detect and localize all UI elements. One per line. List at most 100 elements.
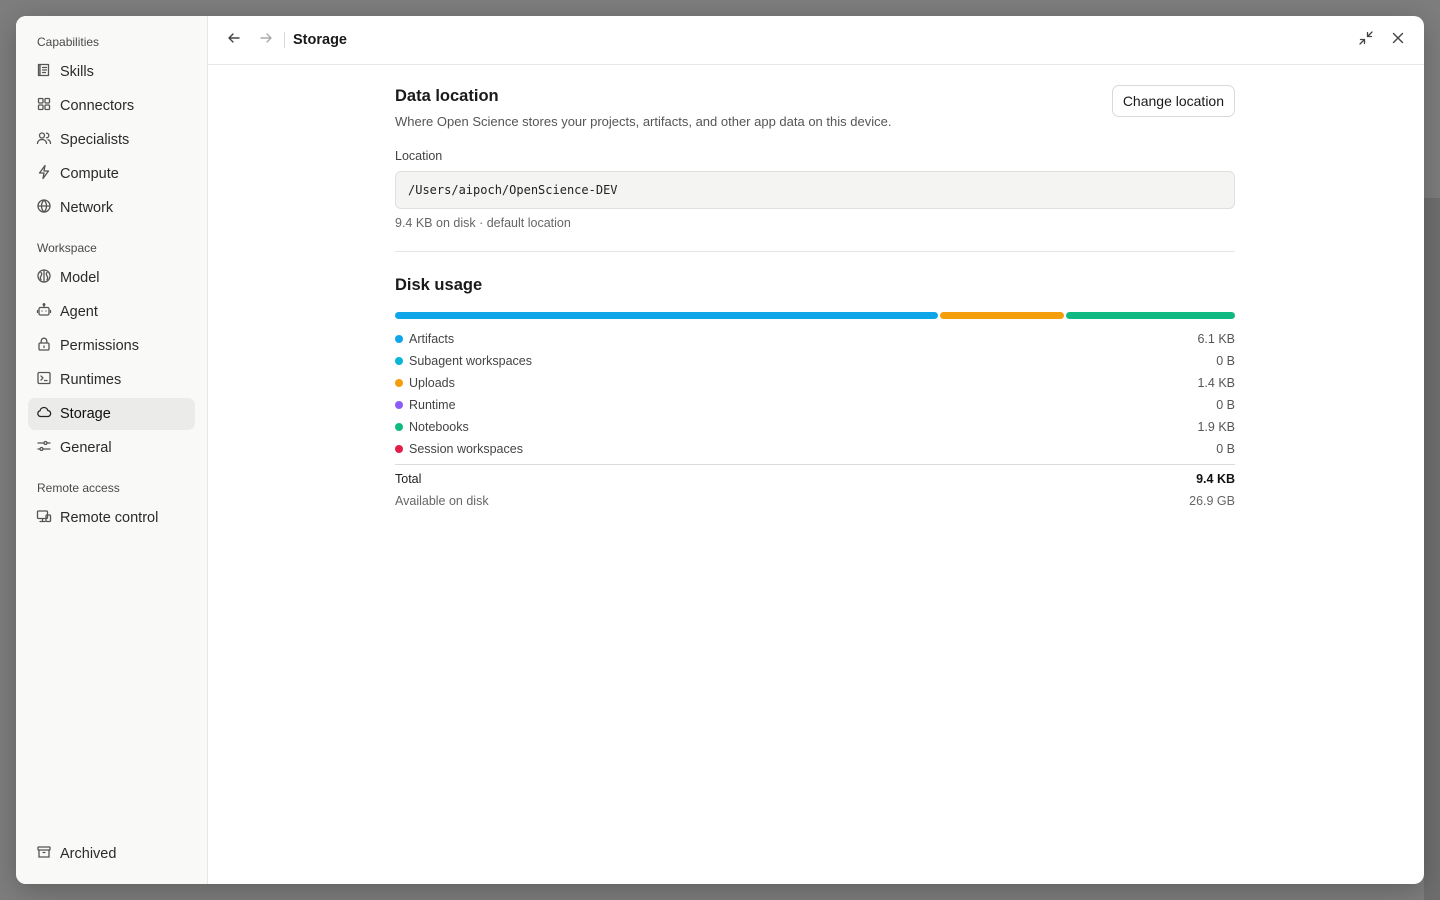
sidebar-item-model[interactable]: Model bbox=[28, 262, 195, 294]
available-label: Available on disk bbox=[395, 494, 489, 508]
usage-row-left: Subagent workspaces bbox=[395, 354, 532, 368]
usage-value: 1.9 KB bbox=[1197, 420, 1235, 434]
usage-label: Artifacts bbox=[409, 332, 455, 346]
back-button[interactable] bbox=[222, 28, 246, 52]
sidebar-item-skills[interactable]: Skills bbox=[28, 56, 195, 88]
close-icon bbox=[1390, 30, 1406, 51]
disk-usage-list: Artifacts 6.1 KB Subagent workspaces 0 B Upl… bbox=[395, 328, 1235, 460]
connectors-icon bbox=[36, 96, 52, 116]
page-title: Storage bbox=[293, 32, 347, 48]
sidebar: Capabilities Skills Connectors Specialists C… bbox=[16, 16, 208, 884]
usage-segment-notebooks bbox=[1066, 312, 1235, 319]
minimize-button[interactable] bbox=[1354, 28, 1378, 52]
sidebar-item-label: Skills bbox=[60, 64, 94, 80]
data-location-heading: Data location bbox=[395, 87, 499, 105]
main-panel: Storage Data location Where Open Science… bbox=[208, 16, 1424, 884]
total-value: 9.4 KB bbox=[1196, 472, 1235, 486]
sidebar-item-label: Connectors bbox=[60, 98, 135, 114]
usage-label: Session workspaces bbox=[409, 442, 523, 456]
usage-row-left: Notebooks bbox=[395, 420, 469, 434]
lock-icon bbox=[36, 336, 52, 356]
data-location-description: Where Open Science stores your projects,… bbox=[395, 114, 892, 129]
available-row: Available on disk 26.9 GB bbox=[395, 490, 1235, 512]
sidebar-item-archived[interactable]: Archived bbox=[28, 838, 195, 870]
data-location-section: Data location Where Open Science stores … bbox=[395, 85, 1235, 230]
location-path-field[interactable]: /Users/aipoch/OpenScience-DEV bbox=[395, 171, 1235, 209]
usage-value: 0 B bbox=[1216, 354, 1235, 368]
usage-row: Session workspaces 0 B bbox=[395, 438, 1235, 460]
legend-dot bbox=[395, 401, 403, 409]
sidebar-section-title: Capabilities bbox=[37, 35, 100, 49]
agent-icon bbox=[36, 302, 52, 322]
settings-window: Capabilities Skills Connectors Specialists C… bbox=[16, 16, 1424, 884]
model-icon bbox=[36, 268, 52, 288]
sliders-icon bbox=[36, 438, 52, 458]
section-divider bbox=[395, 251, 1235, 252]
terminal-icon bbox=[36, 370, 52, 390]
toolbar-divider bbox=[284, 32, 285, 48]
storage-content: Data location Where Open Science stores … bbox=[395, 85, 1235, 512]
usage-value: 6.1 KB bbox=[1197, 332, 1235, 346]
sidebar-item-runtimes[interactable]: Runtimes bbox=[28, 364, 195, 396]
usage-row: Runtime 0 B bbox=[395, 394, 1235, 416]
sidebar-item-label: Archived bbox=[60, 846, 117, 862]
usage-segment-uploads bbox=[939, 312, 1065, 319]
sidebar-section-title: Workspace bbox=[37, 241, 97, 255]
remote-control-icon bbox=[36, 508, 52, 528]
minimize-icon bbox=[1358, 30, 1374, 51]
sidebar-item-specialists[interactable]: Specialists bbox=[28, 124, 195, 156]
legend-dot bbox=[395, 423, 403, 431]
close-button[interactable] bbox=[1386, 28, 1410, 52]
sidebar-item-label: Remote control bbox=[60, 510, 159, 526]
sidebar-item-general[interactable]: General bbox=[28, 432, 195, 464]
usage-label: Subagent workspaces bbox=[409, 354, 532, 368]
disk-usage-bar bbox=[395, 312, 1235, 319]
sidebar-item-remote-control[interactable]: Remote control bbox=[28, 502, 195, 534]
usage-row: Uploads 1.4 KB bbox=[395, 372, 1235, 394]
usage-value: 0 B bbox=[1216, 398, 1235, 412]
location-label: Location bbox=[395, 149, 443, 163]
sidebar-item-network[interactable]: Network bbox=[28, 192, 195, 224]
compute-icon bbox=[36, 164, 52, 184]
legend-dot bbox=[395, 335, 403, 343]
archive-icon bbox=[36, 844, 52, 864]
sidebar-item-agent[interactable]: Agent bbox=[28, 296, 195, 328]
sidebar-section-title: Remote access bbox=[37, 481, 120, 495]
usage-row-left: Runtime bbox=[395, 398, 456, 412]
sidebar-item-compute[interactable]: Compute bbox=[28, 158, 195, 190]
sidebar-item-label: Storage bbox=[60, 406, 111, 422]
skills-icon bbox=[36, 62, 52, 82]
legend-dot bbox=[395, 357, 403, 365]
sidebar-item-connectors[interactable]: Connectors bbox=[28, 90, 195, 122]
sidebar-item-label: Specialists bbox=[60, 132, 130, 148]
usage-value: 0 B bbox=[1216, 442, 1235, 456]
sidebar-item-permissions[interactable]: Permissions bbox=[28, 330, 195, 362]
sidebar-item-label: Model bbox=[60, 270, 100, 286]
backdrop bbox=[1424, 198, 1440, 900]
back-arrow-icon bbox=[226, 30, 242, 51]
usage-row: Subagent workspaces 0 B bbox=[395, 350, 1235, 372]
disk-usage-section: Disk usage Artifacts 6.1 KB Subagent works… bbox=[395, 276, 1235, 512]
topbar: Storage bbox=[208, 16, 1424, 65]
forward-button[interactable] bbox=[254, 28, 278, 52]
sidebar-item-label: Compute bbox=[60, 166, 119, 182]
usage-row: Artifacts 6.1 KB bbox=[395, 328, 1235, 350]
disk-usage-heading: Disk usage bbox=[395, 276, 483, 294]
usage-value: 1.4 KB bbox=[1197, 376, 1235, 390]
cloud-icon bbox=[36, 404, 52, 424]
sidebar-item-label: Network bbox=[60, 200, 114, 216]
total-divider bbox=[395, 464, 1235, 465]
usage-segment-artifacts bbox=[395, 312, 938, 319]
change-location-button[interactable]: Change location bbox=[1111, 85, 1235, 117]
usage-label: Uploads bbox=[409, 376, 455, 390]
sidebar-item-storage[interactable]: Storage bbox=[28, 398, 195, 430]
usage-label: Runtime bbox=[409, 398, 456, 412]
network-icon bbox=[36, 198, 52, 218]
total-label: Total bbox=[395, 472, 422, 486]
legend-dot bbox=[395, 445, 403, 453]
sidebar-item-label: Agent bbox=[60, 304, 98, 320]
location-meta: 9.4 KB on disk · default location bbox=[395, 216, 571, 230]
total-row: Total 9.4 KB bbox=[395, 468, 1235, 490]
